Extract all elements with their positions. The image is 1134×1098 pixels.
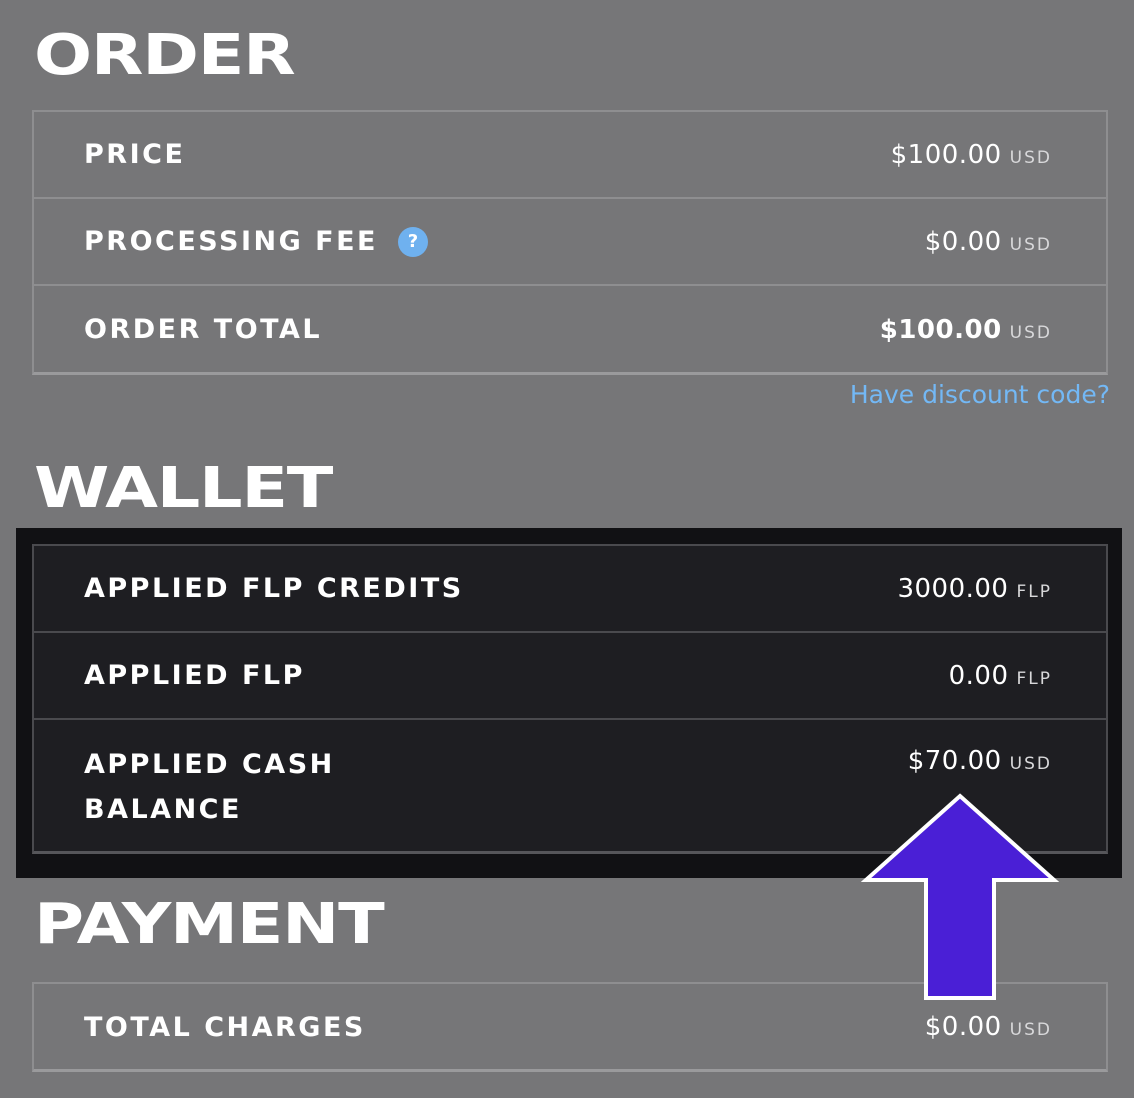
applied-flp-label: APPLIED FLP <box>84 660 305 691</box>
applied-cash-balance-label: APPLIED CASH BALANCE <box>84 742 335 832</box>
price-label: PRICE <box>84 139 186 170</box>
order-total-label: ORDER TOTAL <box>84 314 323 345</box>
price-amount: $100.00 <box>890 139 1002 170</box>
applied-cash-balance-value: $70.00 USD <box>908 746 1052 776</box>
order-total-amount: $100.00 <box>879 314 1002 345</box>
price-unit: USD <box>1009 147 1052 168</box>
price-row: PRICE $100.00 USD <box>34 112 1106 199</box>
up-arrow-icon <box>860 793 1060 1000</box>
total-charges-amount: $0.00 <box>924 1012 1002 1042</box>
price-value: $100.00 USD <box>891 140 1052 170</box>
processing-fee-row: PROCESSING FEE ? $0.00 USD <box>34 199 1106 286</box>
applied-flp-credits-label: APPLIED FLP CREDITS <box>84 573 464 604</box>
applied-flp-amount: 0.00 <box>948 660 1009 691</box>
wallet-heading: WALLET <box>34 456 333 521</box>
applied-flp-credits-row: APPLIED FLP CREDITS 3000.00 FLP <box>34 546 1106 633</box>
applied-flp-credits-amount: 3000.00 <box>897 573 1009 604</box>
order-total-unit: USD <box>1009 322 1052 343</box>
applied-flp-value: 0.00 FLP <box>949 661 1052 691</box>
applied-cash-balance-label-line2: BALANCE <box>84 794 242 825</box>
processing-fee-unit: USD <box>1009 234 1052 255</box>
applied-cash-balance-unit: USD <box>1009 754 1052 774</box>
processing-fee-label-group: PROCESSING FEE ? <box>84 226 429 257</box>
applied-cash-balance-amount: $70.00 <box>907 746 1002 776</box>
total-charges-value: $0.00 USD <box>925 1012 1052 1042</box>
order-summary-table: PRICE $100.00 USD PROCESSING FEE ? $0.00 U… <box>32 110 1108 375</box>
total-charges-unit: USD <box>1009 1020 1052 1040</box>
order-total-row: ORDER TOTAL $100.00 USD <box>34 286 1106 373</box>
processing-fee-value: $0.00 USD <box>925 227 1052 257</box>
question-circle-icon[interactable]: ? <box>398 226 429 257</box>
processing-fee-label: PROCESSING FEE <box>84 226 379 257</box>
applied-cash-balance-label-line1: APPLIED CASH <box>84 749 335 780</box>
order-heading: ORDER <box>34 23 296 88</box>
order-total-value: $100.00 USD <box>880 315 1052 345</box>
discount-code-link[interactable]: Have discount code? <box>850 380 1110 409</box>
applied-flp-credits-unit: FLP <box>1016 581 1052 602</box>
applied-flp-unit: FLP <box>1016 668 1052 689</box>
processing-fee-amount: $0.00 <box>924 226 1002 257</box>
applied-flp-row: APPLIED FLP 0.00 FLP <box>34 633 1106 720</box>
total-charges-label: TOTAL CHARGES <box>84 1011 366 1043</box>
payment-heading: PAYMENT <box>34 892 385 957</box>
applied-flp-credits-value: 3000.00 FLP <box>897 574 1052 604</box>
